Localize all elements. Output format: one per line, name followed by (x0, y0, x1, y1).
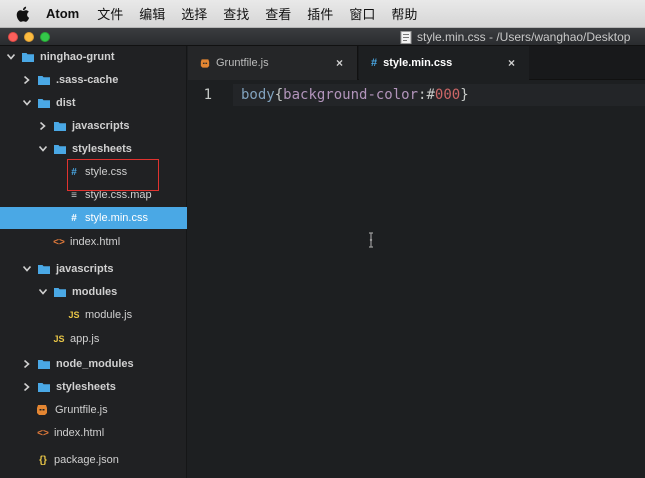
document-icon (400, 30, 412, 44)
html-file-icon: <> (53, 236, 65, 248)
chevron-right-icon (22, 75, 32, 85)
tree-item-label: javascripts (72, 120, 130, 132)
tree-item-style-min-css[interactable]: # style.min.css (0, 207, 187, 229)
tree-view: ninghao-grunt .sass-cache dist javascrip… (0, 46, 187, 478)
chevron-down-icon (22, 98, 32, 108)
tree-item-label: package.json (54, 454, 119, 466)
folder-icon (54, 288, 66, 297)
close-tab-icon[interactable]: × (508, 56, 515, 70)
tree-item-label: module.js (85, 309, 133, 321)
chevron-right-icon (38, 121, 48, 131)
tree-item-label: index.html (70, 236, 121, 248)
color-value-token: 000 (434, 87, 461, 103)
chevron-down-icon (6, 52, 16, 62)
tree-item-label: app.js (70, 333, 100, 345)
chevron-down-icon (38, 287, 48, 297)
tree-item-label: index.html (54, 427, 105, 439)
tree-item-dist-stylesheets[interactable]: stylesheets (0, 138, 187, 160)
tab-bar: Gruntfile.js × # style.min.css × (188, 46, 645, 80)
annotation-highlight-box (67, 159, 159, 191)
folder-icon (38, 76, 50, 85)
tree-item-label: style.min.css (85, 212, 148, 224)
html-file-icon: <> (37, 427, 49, 439)
minimize-window-button[interactable] (24, 31, 34, 42)
css-file-icon: # (71, 212, 77, 224)
tree-item-label: .sass-cache (56, 74, 119, 86)
window-title-bar: style.min.css - /Users/wanghao/Desktop (0, 28, 645, 46)
tab-style-min-css[interactable]: # style.min.css × (359, 46, 529, 80)
tree-item-sass-cache[interactable]: .sass-cache (0, 69, 187, 91)
menu-find[interactable]: 查找 (223, 4, 249, 23)
tree-item-label: ninghao-grunt (40, 51, 115, 63)
chevron-down-icon (38, 144, 48, 154)
tab-label: Gruntfile.js (216, 57, 269, 69)
folder-icon (38, 265, 50, 274)
menu-selection[interactable]: 选择 (181, 4, 207, 23)
code-editor[interactable]: 1 body{background-color:#000} (188, 80, 645, 478)
code-line[interactable]: body{background-color:#000} (241, 84, 469, 106)
menu-file[interactable]: 文件 (97, 4, 123, 23)
tree-item-gruntfile-js[interactable]: Gruntfile.js (0, 399, 187, 421)
menu-bar: Atom 文件 编辑 选择 查找 查看 插件 窗口 帮助 (0, 0, 645, 28)
tree-item-stylesheets[interactable]: stylesheets (0, 376, 187, 398)
tree-item-dist-javascripts[interactable]: javascripts (0, 115, 187, 137)
menu-edit[interactable]: 编辑 (139, 4, 165, 23)
tree-item-label: javascripts (56, 263, 114, 275)
folder-icon (54, 122, 66, 131)
css-selector-token: body (241, 87, 275, 103)
folder-icon (38, 360, 50, 369)
tree-item-dist[interactable]: dist (0, 92, 187, 114)
css-file-icon: # (371, 57, 378, 69)
tree-item-label: stylesheets (72, 143, 132, 155)
tree-item-javascripts[interactable]: javascripts (0, 258, 187, 280)
tree-item-label: node_modules (56, 358, 134, 370)
tree-item-label: dist (56, 97, 76, 109)
zoom-window-button[interactable] (40, 31, 50, 42)
line-number-gutter (188, 80, 233, 478)
tree-item-modules[interactable]: modules (0, 281, 187, 303)
js-file-icon: JS (68, 310, 80, 320)
close-window-button[interactable] (8, 31, 18, 42)
window-title-text: style.min.css - /Users/wanghao/Desktop (417, 30, 631, 44)
tree-item-app-js[interactable]: JS app.js (0, 328, 187, 350)
close-tab-icon[interactable]: × (336, 56, 343, 70)
tab-label: style.min.css (383, 57, 453, 69)
tree-item-dist-index-html[interactable]: <> index.html (0, 231, 187, 253)
hash-token: # (426, 87, 435, 103)
js-file-icon: JS (53, 334, 65, 344)
folder-icon (54, 145, 66, 154)
menu-help[interactable]: 帮助 (391, 4, 417, 23)
window-title: style.min.css - /Users/wanghao/Desktop (400, 28, 630, 46)
open-brace-token: { (274, 87, 284, 103)
chevron-down-icon (22, 264, 32, 274)
tree-item-label: modules (72, 286, 118, 298)
tree-item-module-js[interactable]: JS module.js (0, 304, 187, 326)
folder-icon (22, 53, 34, 62)
tree-item-index-html[interactable]: <> index.html (0, 422, 187, 444)
grunt-file-icon (200, 58, 210, 68)
folder-icon (38, 99, 50, 108)
menu-window[interactable]: 窗口 (349, 4, 375, 23)
tree-item-package-json[interactable]: {} package.json (0, 449, 187, 471)
text-cursor-icon (369, 232, 373, 248)
menu-view[interactable]: 查看 (265, 4, 291, 23)
chevron-right-icon (22, 359, 32, 369)
text-file-icon: ≡ (71, 189, 77, 201)
tree-item-label: stylesheets (56, 381, 116, 393)
folder-icon (38, 383, 50, 392)
menu-packages[interactable]: 插件 (307, 4, 333, 23)
tree-item-ninghao-grunt[interactable]: ninghao-grunt (0, 46, 187, 68)
close-brace-token: } (460, 87, 469, 103)
json-file-icon: {} (39, 454, 47, 466)
menu-app-name[interactable]: Atom (46, 6, 79, 21)
apple-menu-icon[interactable] (16, 6, 32, 22)
chevron-right-icon (22, 382, 32, 392)
css-property-token: background-color (283, 87, 419, 103)
line-number: 1 (203, 87, 212, 103)
tab-gruntfile-js[interactable]: Gruntfile.js × (188, 46, 358, 80)
tree-item-node-modules[interactable]: node_modules (0, 353, 187, 375)
grunt-file-icon (37, 405, 47, 415)
tree-item-label: Gruntfile.js (55, 404, 108, 416)
